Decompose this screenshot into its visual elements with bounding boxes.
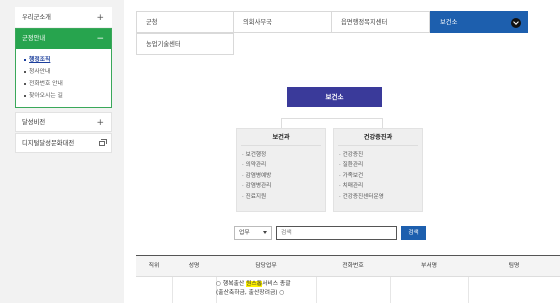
tab-council[interactable]: 의회사무국 <box>233 11 332 33</box>
sidebar-group-administration: 군정안내 − 행정조직 청사안내 전화번호 안내 찾아오시는 길 <box>15 28 112 108</box>
chevron-down-icon <box>263 231 267 234</box>
sidebar-subitem-phone[interactable]: 전화번호 안내 <box>24 78 111 90</box>
sidebar-item-administration[interactable]: 군정안내 − <box>16 29 111 49</box>
table-header: 직위 성명 담당업무 전화번호 부서명 팀명 <box>136 255 560 277</box>
sidebar-subitem-org[interactable]: 행정조직 <box>24 54 111 66</box>
main-content: 군청 의회사무국 읍면행정복지센터 보건소 농업기술센터 보건소 보건과 · 보… <box>124 0 560 303</box>
col-name: 성명 <box>188 263 200 269</box>
sidebar-item-label: 디지털달성문화대전 <box>22 140 75 147</box>
tab-label: 보건소 <box>440 19 458 26</box>
org-item: · 감염병예방 <box>242 172 272 179</box>
sidebar-item-digital[interactable]: 디지털달성문화대전 <box>15 133 112 153</box>
sidebar-item-vision[interactable]: 달성비전 + <box>15 112 112 132</box>
org-top-node: 보건소 <box>287 87 382 107</box>
col-team: 팀명 <box>508 263 520 269</box>
new-window-icon <box>99 139 107 146</box>
search-highlight: 원스톱 <box>246 281 263 287</box>
org-item: · 감염병관리 <box>242 183 272 190</box>
sidebar-item-label: 달성비전 <box>22 119 46 126</box>
org-item: · 진료지원 <box>242 193 267 200</box>
tab-county-office[interactable]: 군청 <box>136 11 234 33</box>
duty-text: 서비스 총괄 <box>262 281 291 287</box>
duty-text: ○ 행복출산 <box>216 281 247 287</box>
org-item: · 가족보건 <box>339 172 364 179</box>
sidebar-item-label: 우리군소개 <box>22 14 51 21</box>
col-position: 직위 <box>148 263 160 269</box>
sidebar-item-intro[interactable]: 우리군소개 + <box>15 7 112 27</box>
search-button[interactable]: 검색 <box>401 226 426 240</box>
sidebar-subitem-directions[interactable]: 찾아오시는 길 <box>24 90 111 102</box>
sidebar-submenu: 행정조직 청사안내 전화번호 안내 찾아오시는 길 <box>16 49 111 107</box>
col-duty: 담당업무 <box>255 263 277 269</box>
org-item: · 의약관리 <box>242 162 267 169</box>
tab-label: 농업기술센터 <box>146 41 181 48</box>
org-box-health: 보건과 · 보건행정 · 의약관리 · 감염병예방 · 감염병관리 · 진료지원 <box>236 128 326 212</box>
org-box-title: 보건과 <box>241 129 321 146</box>
sidebar-item-label: 군정안내 <box>22 35 46 42</box>
plus-icon: + <box>96 13 104 23</box>
chevron-down-icon[interactable] <box>511 18 521 28</box>
tab-health-center[interactable]: 보건소 <box>430 11 528 33</box>
search-category-select[interactable]: 업무 <box>234 226 272 240</box>
tab-town-centers[interactable]: 읍면행정복지센터 <box>331 11 430 33</box>
org-box-health-promotion: 건강증진과 · 건강증진 · 질환관리 · 가족보건 · 치매관리 · 건강증진… <box>333 128 423 212</box>
select-value: 업무 <box>239 230 250 236</box>
minus-icon: − <box>96 34 104 44</box>
tab-label: 군청 <box>146 19 158 26</box>
org-box-title: 건강증진과 <box>338 129 418 146</box>
tab-label: 의회사무국 <box>243 19 272 26</box>
col-phone: 전화번호 <box>342 263 364 269</box>
staff-table: 직위 성명 담당업무 전화번호 부서명 팀명 ○ 행복출산 원스톱서비스 총괄 … <box>136 255 560 303</box>
col-department: 부서명 <box>421 263 437 269</box>
duty-cell: ○ 행복출산 원스톱서비스 총괄 (출산축하금, 출산장려금) ○ <box>216 280 316 298</box>
org-item: · 건강증진센터운영 <box>339 193 384 200</box>
sidebar-subitem-building[interactable]: 청사안내 <box>24 66 111 78</box>
plus-icon: + <box>96 118 104 128</box>
org-connector <box>281 118 383 128</box>
duty-text: (출산축하금, 출산장려금) ○ <box>216 290 285 296</box>
org-item: · 치매관리 <box>339 183 364 190</box>
search-input[interactable] <box>276 226 397 240</box>
tab-label: 읍면행정복지센터 <box>341 19 388 26</box>
tab-agri-center[interactable]: 농업기술센터 <box>136 33 234 55</box>
table-row: ○ 행복출산 원스톱서비스 총괄 (출산축하금, 출산장려금) ○ <box>136 277 560 303</box>
org-item: · 보건행정 <box>242 152 267 158</box>
org-item: · 건강증진 <box>339 152 364 158</box>
sidebar: 우리군소개 + 군정안내 − 행정조직 청사안내 전화번호 안내 찾아오시는 길… <box>15 7 112 154</box>
org-item: · 질환관리 <box>339 162 364 169</box>
